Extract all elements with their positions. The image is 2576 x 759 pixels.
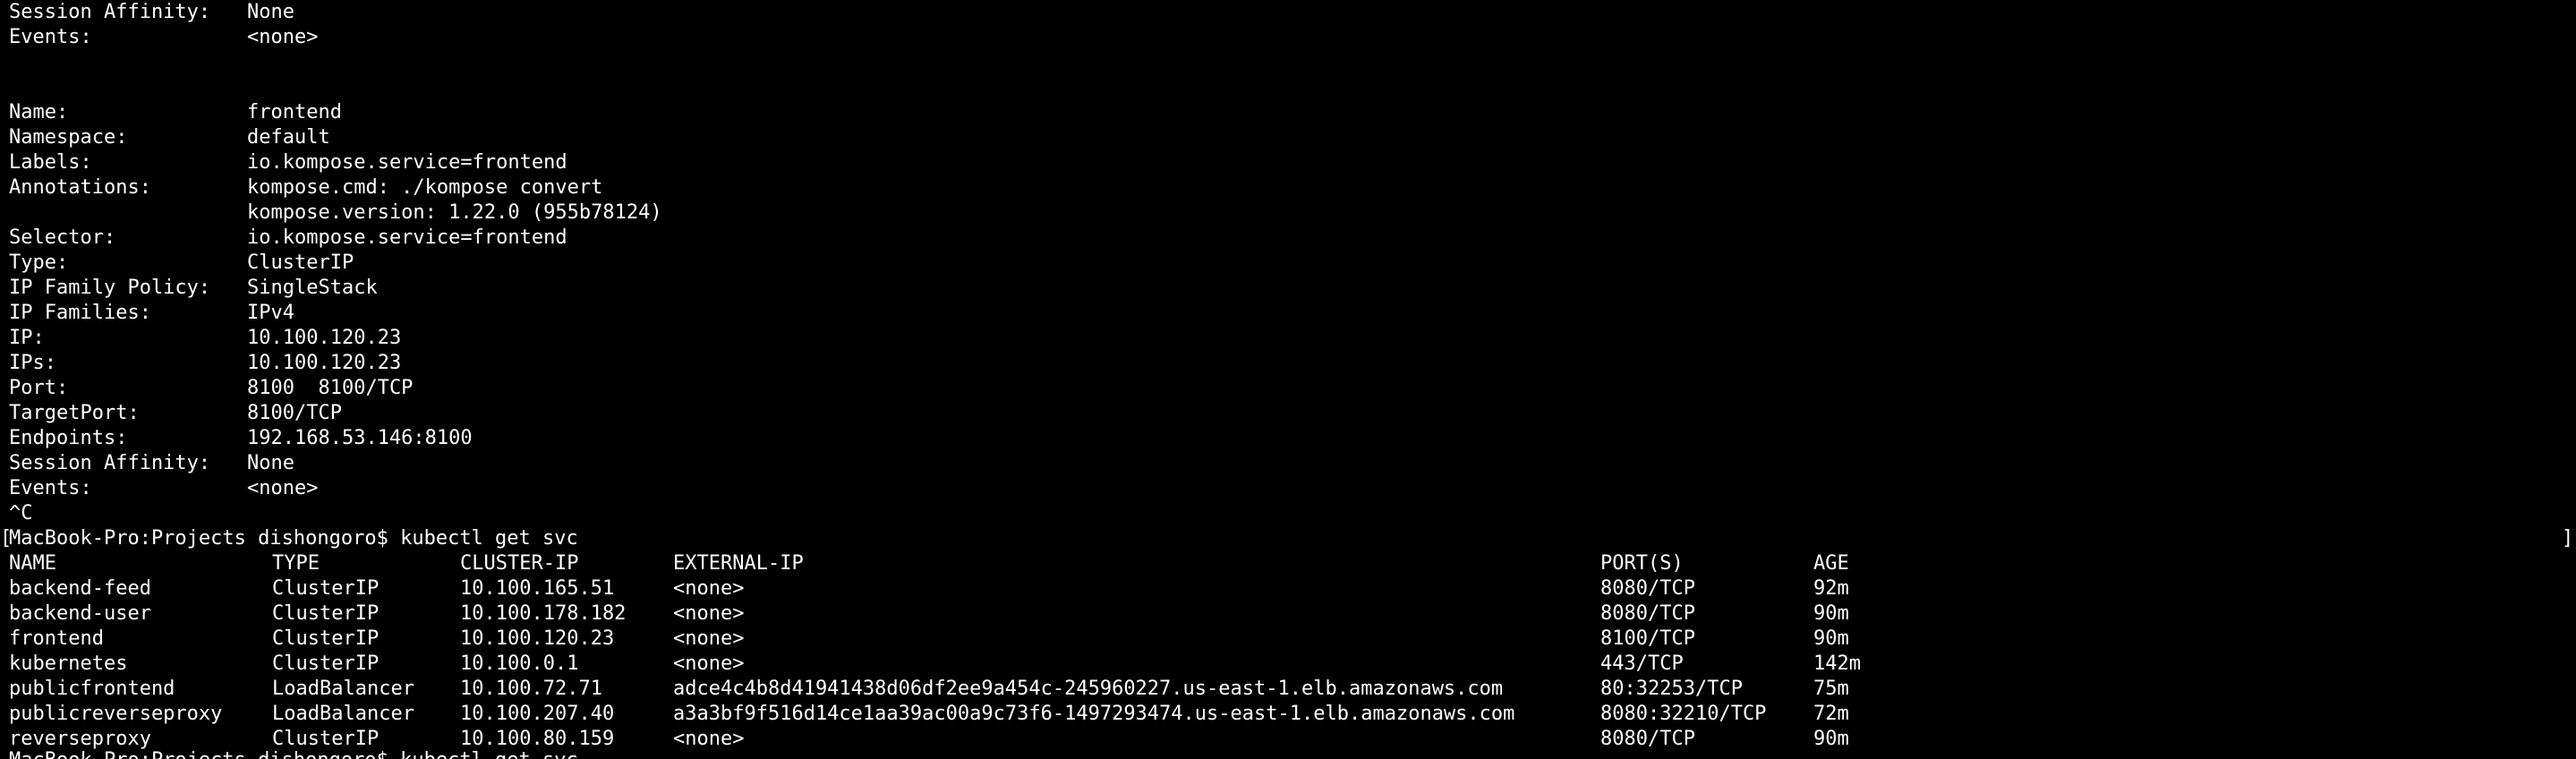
field-value: kompose.cmd: ./kompose convert <box>247 176 603 199</box>
table-cell: LoadBalancer <box>272 678 414 700</box>
table-cell: 8100/TCP <box>1600 627 1695 650</box>
column-header: TYPE <box>272 552 320 575</box>
table-cell: 92m <box>1813 577 1849 600</box>
table-cell: <none> <box>673 627 745 650</box>
table-cell: LoadBalancer <box>272 703 414 725</box>
field-key: Events: <box>9 26 92 48</box>
field-value: <none> <box>247 477 319 499</box>
prompt-bracket-close: ] <box>2562 527 2574 550</box>
field-key: Session Affinity: <box>9 452 211 474</box>
table-cell: 10.100.207.40 <box>460 703 615 725</box>
table-cell: 142m <box>1813 652 1861 675</box>
terminal-window[interactable]: Session Affinity: None Events: <none> Na… <box>0 0 2576 759</box>
column-header: PORT(S) <box>1600 552 1684 575</box>
table-cell: 90m <box>1813 602 1849 625</box>
table-cell: ClusterIP <box>272 652 380 675</box>
field-key: Endpoints: <box>9 427 128 449</box>
table-cell: adce4c4b8d41941438d06df2ee9a454c-2459602… <box>673 678 1504 700</box>
table-cell: ClusterIP <box>272 577 380 600</box>
table-cell: 90m <box>1813 627 1849 650</box>
field-key: IP Families: <box>9 302 151 324</box>
table-cell: 80:32253/TCP <box>1600 678 1743 700</box>
table-cell: 10.100.120.23 <box>460 627 615 650</box>
table-cell: backend-user <box>9 602 151 625</box>
column-header: AGE <box>1813 552 1849 575</box>
field-value: frontend <box>247 101 342 124</box>
table-cell: ClusterIP <box>272 627 380 650</box>
field-value: io.kompose.service=frontend <box>247 151 567 174</box>
field-value: 10.100.120.23 <box>247 327 402 349</box>
field-key: Labels: <box>9 151 92 174</box>
field-value: io.kompose.service=frontend <box>247 226 567 249</box>
interrupt-signal: ^C <box>9 502 33 524</box>
field-key: Selector: <box>9 226 116 249</box>
field-key: Session Affinity: <box>9 1 211 23</box>
table-cell: publicfrontend <box>9 678 175 700</box>
table-cell: ClusterIP <box>272 602 380 625</box>
table-cell: <none> <box>673 728 745 750</box>
field-value: <none> <box>247 26 319 48</box>
field-value: None <box>247 452 294 474</box>
table-cell: 10.100.0.1 <box>460 652 579 675</box>
field-key: TargetPort: <box>9 402 140 424</box>
field-key: Name: <box>9 101 69 124</box>
field-key: Type: <box>9 252 69 274</box>
describe-row: Events: <none> <box>9 25 318 50</box>
prompt-command: MacBook-Pro:Projects dishongoro$ kubectl… <box>9 527 578 550</box>
table-cell: kubernetes <box>9 652 128 675</box>
field-value: IPv4 <box>247 302 294 324</box>
table-cell: 8080/TCP <box>1600 577 1695 600</box>
table-cell: 8080/TCP <box>1600 602 1695 625</box>
table-cell: frontend <box>9 627 104 650</box>
table-cell: <none> <box>673 577 745 600</box>
field-key: Annotations: <box>9 176 151 199</box>
table-cell: 10.100.165.51 <box>460 577 615 600</box>
field-key: IP: <box>9 327 45 349</box>
field-value: SingleStack <box>247 277 378 299</box>
field-key: IPs: <box>9 352 56 374</box>
table-cell: 8080:32210/TCP <box>1600 703 1767 725</box>
partial-prompt: MacBook-Pro:Projects dishongoro$ kubectl… <box>9 748 578 759</box>
table-cell: 10.100.72.71 <box>460 678 602 700</box>
field-key: Port: <box>9 377 69 399</box>
table-cell: <none> <box>673 652 745 675</box>
field-value: kompose.version: 1.22.0 (955b78124) <box>247 201 662 224</box>
field-value: default <box>247 126 330 149</box>
table-cell: 75m <box>1813 678 1849 700</box>
table-cell: publicreverseproxy <box>9 703 223 725</box>
table-cell: backend-feed <box>9 577 151 600</box>
table-cell: 90m <box>1813 728 1849 750</box>
table-cell: 10.100.178.182 <box>460 602 627 625</box>
table-cell: 443/TCP <box>1600 652 1684 675</box>
field-value: 8100/TCP <box>247 402 342 424</box>
field-value: 10.100.120.23 <box>247 352 402 374</box>
column-header: EXTERNAL-IP <box>673 552 804 575</box>
table-cell: a3a3bf9f516d14ce1aa39ac00a9c73f6-1497293… <box>673 703 1515 725</box>
table-cell: <none> <box>673 602 745 625</box>
field-key: IP Family Policy: <box>9 277 211 299</box>
field-value: None <box>247 1 294 23</box>
field-key: Namespace: <box>9 126 128 149</box>
field-value: 8100 8100/TCP <box>247 377 414 399</box>
table-cell: 72m <box>1813 703 1849 725</box>
column-header: CLUSTER-IP <box>460 552 579 575</box>
table-cell: 8080/TCP <box>1600 728 1695 750</box>
command-prompt: [ MacBook-Pro:Projects dishongoro$ kubec… <box>0 526 578 551</box>
field-value: ClusterIP <box>247 252 354 274</box>
field-key: Events: <box>9 477 92 499</box>
column-header: NAME <box>9 552 56 575</box>
field-value: 192.168.53.146:8100 <box>247 427 473 449</box>
describe-row: Session Affinity: None <box>9 0 294 25</box>
